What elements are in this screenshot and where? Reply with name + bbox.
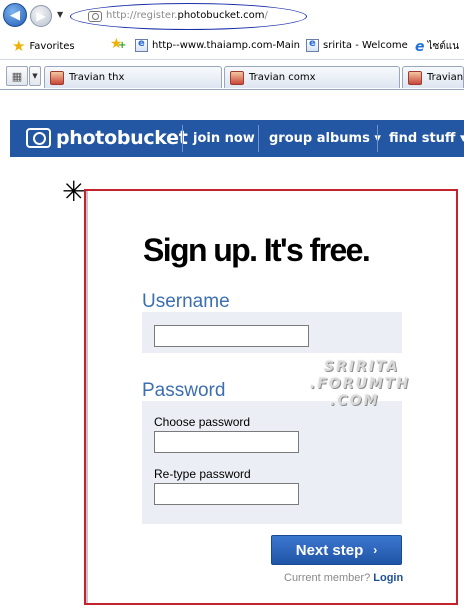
url-field[interactable]: http://register.photobucket.com/ [70, 3, 307, 30]
favorite-link-label: ไซต์แน [427, 41, 460, 52]
star-icon: ★ [12, 37, 26, 55]
nav-divider [258, 125, 259, 152]
url-text: http://register.photobucket.com/ [106, 10, 268, 21]
next-step-button[interactable]: Next step › [271, 535, 402, 565]
tab-travian-thx[interactable]: Travian thx [44, 66, 222, 88]
back-button[interactable]: ◀ [3, 3, 27, 27]
travian-favicon-icon [408, 70, 422, 85]
travian-favicon-icon [50, 70, 64, 85]
username-input[interactable] [154, 325, 309, 347]
favorite-link-thai-site[interactable]: e ไซต์แน [415, 39, 459, 54]
favorite-link-sririta[interactable]: sririta - Welcome [306, 38, 408, 52]
signup-heading: Sign up. It's free. [143, 232, 371, 268]
recent-pages-dropdown-icon[interactable]: ▼ [57, 10, 63, 19]
current-member-text: Current member? [284, 572, 371, 584]
find-stuff-menu[interactable]: find stuff ▾ [389, 131, 464, 146]
photobucket-navbar: photobucket join now group albums ▾ find… [10, 120, 464, 157]
tab-travian[interactable]: Travian [402, 66, 464, 88]
choose-password-input[interactable] [154, 431, 299, 453]
favorite-link-label: http--www.thaiamp.com-Main [152, 40, 300, 51]
tab-travian-comx[interactable]: Travian comx [224, 66, 400, 88]
favorites-bar: ★ Favorites http--www.thaiamp.com-Main s… [0, 34, 464, 60]
camera-logo-icon [26, 128, 51, 148]
password-section-label: Password [142, 380, 226, 401]
next-step-label: Next step [295, 541, 364, 559]
retype-password-label: Re-type password [154, 467, 251, 481]
tab-label: Travian thx [69, 72, 125, 83]
username-panel [142, 312, 402, 353]
tab-label: Travian comx [249, 72, 316, 83]
add-favorite-icon [110, 36, 126, 53]
retype-password-input[interactable] [154, 483, 299, 505]
favorites-button[interactable]: ★ Favorites [12, 37, 75, 55]
forward-button[interactable]: ▶ [30, 5, 52, 27]
favorite-link-thaiamp[interactable]: http--www.thaiamp.com-Main [135, 38, 300, 52]
password-panel: Choose password Re-type password [142, 401, 402, 524]
ie-icon: e [415, 38, 425, 55]
join-now-link[interactable]: join now [193, 131, 255, 146]
photobucket-logo[interactable]: photobucket [26, 127, 188, 149]
quick-tabs-icon[interactable]: ▦ [6, 66, 28, 86]
username-section-label: Username [142, 291, 230, 312]
sririta-watermark: SRIRITA .FORUMTH .COM [310, 359, 410, 410]
signup-form: Sign up. It's free. Username Password Ch… [84, 189, 458, 605]
add-favorite-button[interactable] [110, 36, 129, 53]
page-icon [306, 38, 319, 52]
nav-divider [182, 125, 183, 152]
nav-divider [377, 125, 378, 152]
watermark-line: .COM [330, 393, 380, 409]
chevron-right-icon: › [373, 543, 378, 557]
asterisk-annotation: ✳ [62, 175, 86, 208]
favorites-label: Favorites [29, 40, 75, 52]
tab-bar: ▦ ▼ Travian thx Travian comx Travian [0, 62, 464, 90]
tab-label: Travian [427, 72, 464, 83]
login-link[interactable]: Login [373, 572, 403, 584]
favorite-link-label: sririta - Welcome [323, 40, 408, 51]
choose-password-label: Choose password [154, 415, 251, 429]
watermark-line: SRIRITA [324, 359, 400, 375]
logo-text: photobucket [56, 127, 188, 149]
travian-favicon-icon [230, 70, 244, 85]
page-icon [135, 38, 148, 52]
page-icon [88, 11, 102, 22]
tab-list-dropdown-icon[interactable]: ▼ [29, 66, 41, 86]
watermark-line: .FORUMTH [310, 376, 411, 392]
current-member-prompt: Current member? Login [284, 572, 403, 584]
address-bar-row: ◀ ▶ ▼ http://register.photobucket.com/ [0, 0, 464, 34]
group-albums-menu[interactable]: group albums ▾ [269, 131, 381, 146]
